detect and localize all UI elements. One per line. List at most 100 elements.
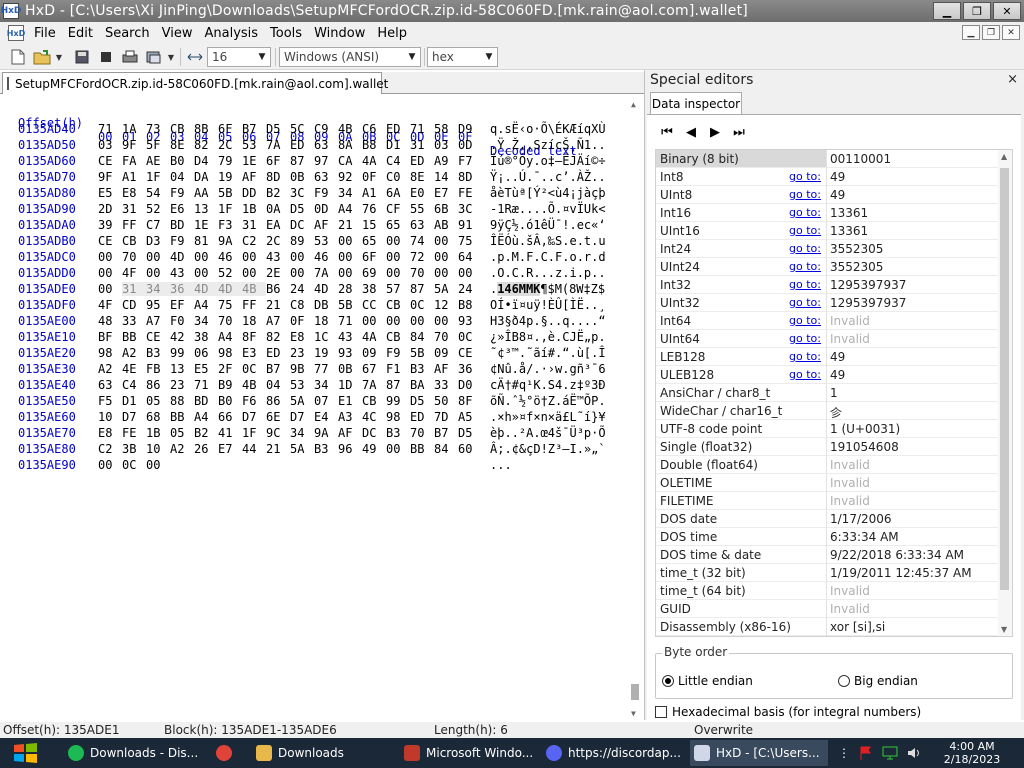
hex-byte[interactable]: 9F	[122, 138, 146, 152]
hex-byte[interactable]: 5A	[434, 282, 458, 296]
hex-byte[interactable]: E8	[290, 330, 314, 344]
decoded-text[interactable]: ¢Nû.å/.·›w.gñ³¯6	[490, 362, 606, 376]
hex-byte[interactable]: 00	[242, 250, 266, 264]
hex-byte[interactable]: 98	[218, 346, 242, 360]
decoded-text[interactable]: Â;.¢&çD!Z³–I.»„`	[490, 442, 606, 456]
hex-byte[interactable]: 5B	[218, 186, 242, 200]
hex-byte[interactable]: BF	[98, 330, 122, 344]
properties-dropdown-icon[interactable]: ▼	[166, 48, 176, 66]
hex-byte[interactable]: 4B	[242, 282, 266, 296]
hex-byte[interactable]: 04	[170, 170, 194, 184]
hex-byte[interactable]: B2	[194, 426, 218, 440]
hex-byte[interactable]: 6E	[266, 410, 290, 424]
hex-byte[interactable]: 1E	[242, 154, 266, 168]
hex-byte[interactable]: 81	[194, 234, 218, 248]
hex-byte[interactable]: FE	[122, 426, 146, 440]
hex-byte[interactable]: 84	[410, 330, 434, 344]
inspector-value[interactable]: 13361	[830, 206, 868, 220]
hex-byte[interactable]: C0	[386, 170, 410, 184]
hex-byte[interactable]: 00	[386, 250, 410, 264]
hex-byte[interactable]: B0	[218, 394, 242, 408]
bytes-per-row-select[interactable]: 16 ▼	[207, 47, 271, 67]
hex-byte[interactable]: 03	[98, 138, 122, 152]
inspector-row[interactable]: DOS date 1/17/2006	[656, 510, 998, 528]
hex-byte[interactable]: 1F	[218, 202, 242, 216]
hex-byte[interactable]: 1F	[146, 170, 170, 184]
hex-byte[interactable]: 5A	[290, 394, 314, 408]
go-to-link[interactable]: go to:	[789, 242, 821, 255]
go-to-link[interactable]: go to:	[789, 332, 821, 345]
inspector-row[interactable]: Double (float64) Invalid	[656, 456, 998, 474]
hex-byte[interactable]: A7	[266, 314, 290, 328]
hex-byte[interactable]: 50	[434, 394, 458, 408]
print-icon[interactable]	[120, 48, 140, 66]
hex-byte[interactable]: EA	[266, 218, 290, 232]
hex-byte[interactable]: 41	[218, 426, 242, 440]
hex-byte[interactable]: 4D	[170, 250, 194, 264]
hex-byte[interactable]: E7	[434, 186, 458, 200]
hex-byte[interactable]: 0B	[290, 170, 314, 184]
hex-byte[interactable]: C4	[386, 154, 410, 168]
hex-byte[interactable]: ED	[386, 122, 410, 136]
hex-byte[interactable]: FB	[146, 362, 170, 376]
hex-byte[interactable]: 1B	[242, 202, 266, 216]
hex-byte[interactable]: 34	[314, 378, 338, 392]
hex-byte[interactable]: 00	[386, 314, 410, 328]
hex-byte[interactable]: 34	[194, 314, 218, 328]
hex-byte[interactable]: C9	[314, 122, 338, 136]
hex-byte[interactable]: 00	[434, 266, 458, 280]
hex-byte[interactable]: E5	[98, 186, 122, 200]
hex-byte[interactable]: 2E	[266, 266, 290, 280]
hex-byte[interactable]: F7	[458, 154, 482, 168]
flag-icon[interactable]	[858, 745, 874, 761]
hex-byte[interactable]: CB	[386, 298, 410, 312]
hex-byte[interactable]: 8A	[338, 138, 362, 152]
hex-byte[interactable]: 4D	[194, 282, 218, 296]
hex-byte[interactable]: 0C	[242, 362, 266, 376]
hex-byte[interactable]: A2	[170, 442, 194, 456]
hex-byte[interactable]: 5A	[290, 442, 314, 456]
hex-byte[interactable]: 68	[146, 410, 170, 424]
menu-window[interactable]: Window	[308, 26, 371, 41]
inspector-row[interactable]: GUID Invalid	[656, 600, 998, 618]
hex-byte[interactable]: 00	[98, 250, 122, 264]
hex-byte[interactable]: A5	[458, 410, 482, 424]
hex-byte[interactable]: 55	[410, 202, 434, 216]
hex-byte[interactable]: ED	[266, 346, 290, 360]
hex-byte[interactable]: ED	[410, 410, 434, 424]
hex-byte[interactable]: 7A	[314, 266, 338, 280]
hex-byte[interactable]: E5	[194, 362, 218, 376]
hex-byte[interactable]: 19	[314, 346, 338, 360]
hex-byte[interactable]: 65	[386, 218, 410, 232]
hex-byte[interactable]: 31	[242, 218, 266, 232]
document-system-icon[interactable]: HxD	[7, 25, 25, 41]
hex-byte[interactable]: 57	[386, 282, 410, 296]
hex-byte[interactable]: 31	[122, 202, 146, 216]
inspector-row[interactable]: ULEB128 go to: 49	[656, 366, 998, 384]
hex-byte[interactable]: A2	[122, 346, 146, 360]
scroll-thumb[interactable]	[631, 684, 639, 700]
hex-byte[interactable]: A1	[362, 186, 386, 200]
scroll-thumb[interactable]	[1000, 168, 1009, 590]
previous-icon[interactable]: ◀	[683, 125, 699, 140]
hex-byte[interactable]: 70	[410, 426, 434, 440]
hex-byte[interactable]: 70	[218, 314, 242, 328]
hex-byte[interactable]: 1C	[314, 330, 338, 344]
hex-byte[interactable]: E8	[122, 186, 146, 200]
hex-byte[interactable]: A9	[434, 154, 458, 168]
inspector-row[interactable]: AnsiChar / char8_t 1	[656, 384, 998, 402]
hex-byte[interactable]: 98	[98, 346, 122, 360]
hex-byte[interactable]: 63	[314, 170, 338, 184]
hex-byte[interactable]: 1B	[146, 426, 170, 440]
hex-byte[interactable]: 18	[242, 314, 266, 328]
inspector-row[interactable]: Int16 go to: 13361	[656, 204, 998, 222]
hex-byte[interactable]: 53	[314, 234, 338, 248]
hex-byte[interactable]: 42	[170, 330, 194, 344]
hex-byte[interactable]: 82	[194, 138, 218, 152]
hex-byte[interactable]: 7A	[266, 138, 290, 152]
inspector-row[interactable]: WideChar / char16_t 㐱	[656, 402, 998, 420]
hex-byte[interactable]: D5	[410, 394, 434, 408]
hex-byte[interactable]: B2	[266, 186, 290, 200]
hex-byte[interactable]: 63	[98, 378, 122, 392]
inspector-row[interactable]: Int64 go to: Invalid	[656, 312, 998, 330]
